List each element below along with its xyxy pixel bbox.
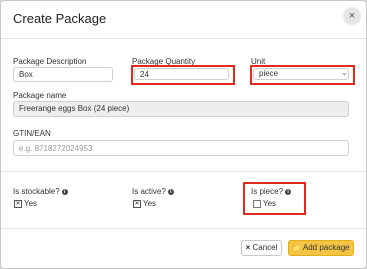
add-package-button[interactable]: 📁 Add package	[288, 240, 354, 256]
footer-divider	[1, 228, 366, 229]
is-active-yes-label: Yes	[143, 199, 157, 208]
package-name-field: Freerange eggs Box (24 piece)	[13, 101, 349, 117]
unit-select-value: piece	[259, 69, 279, 78]
info-icon: i	[167, 189, 174, 195]
is-active-checkbox[interactable]: ✕	[133, 200, 141, 208]
is-piece-label: Is piece? i	[251, 187, 292, 196]
modal-header: Create Package ×	[1, 1, 366, 39]
is-piece-yes-label: Yes	[263, 199, 277, 208]
is-piece-label-text: Is piece?	[251, 187, 284, 196]
is-stockable-label-text: Is stockable?	[13, 187, 60, 196]
is-stockable-label: Is stockable? i	[13, 187, 68, 196]
create-package-modal: Create Package × Package Description Pac…	[0, 0, 367, 269]
package-description-label: Package Description	[13, 57, 87, 66]
package-name-value: Freerange eggs Box (24 piece)	[19, 104, 130, 113]
gtin-label: GTIN/EAN	[13, 129, 51, 138]
cancel-label: Cancel	[252, 243, 278, 252]
package-description-input[interactable]	[13, 67, 113, 82]
modal-title: Create Package	[13, 11, 107, 26]
is-stockable-yes-label: Yes	[24, 199, 38, 208]
unit-select[interactable]: piece	[253, 68, 349, 80]
is-active-label: Is active? i	[132, 187, 174, 196]
cancel-button[interactable]: × Cancel	[241, 240, 282, 256]
info-icon: i	[61, 189, 68, 195]
info-icon: i	[285, 189, 292, 195]
folder-icon: 📁	[292, 245, 302, 252]
close-icon[interactable]: ×	[343, 7, 361, 25]
chevron-down-icon: ⌄	[341, 68, 348, 77]
gtin-input[interactable]	[13, 140, 349, 156]
is-stockable-checkbox[interactable]: ✕	[14, 200, 22, 208]
add-package-label: Add package	[302, 243, 350, 252]
form-divider	[1, 171, 366, 172]
close-icon: ×	[245, 243, 251, 252]
is-active-label-text: Is active?	[132, 187, 166, 196]
package-quantity-input[interactable]	[134, 68, 229, 80]
is-piece-checkbox[interactable]	[253, 200, 261, 208]
package-name-label: Package name	[13, 91, 67, 100]
